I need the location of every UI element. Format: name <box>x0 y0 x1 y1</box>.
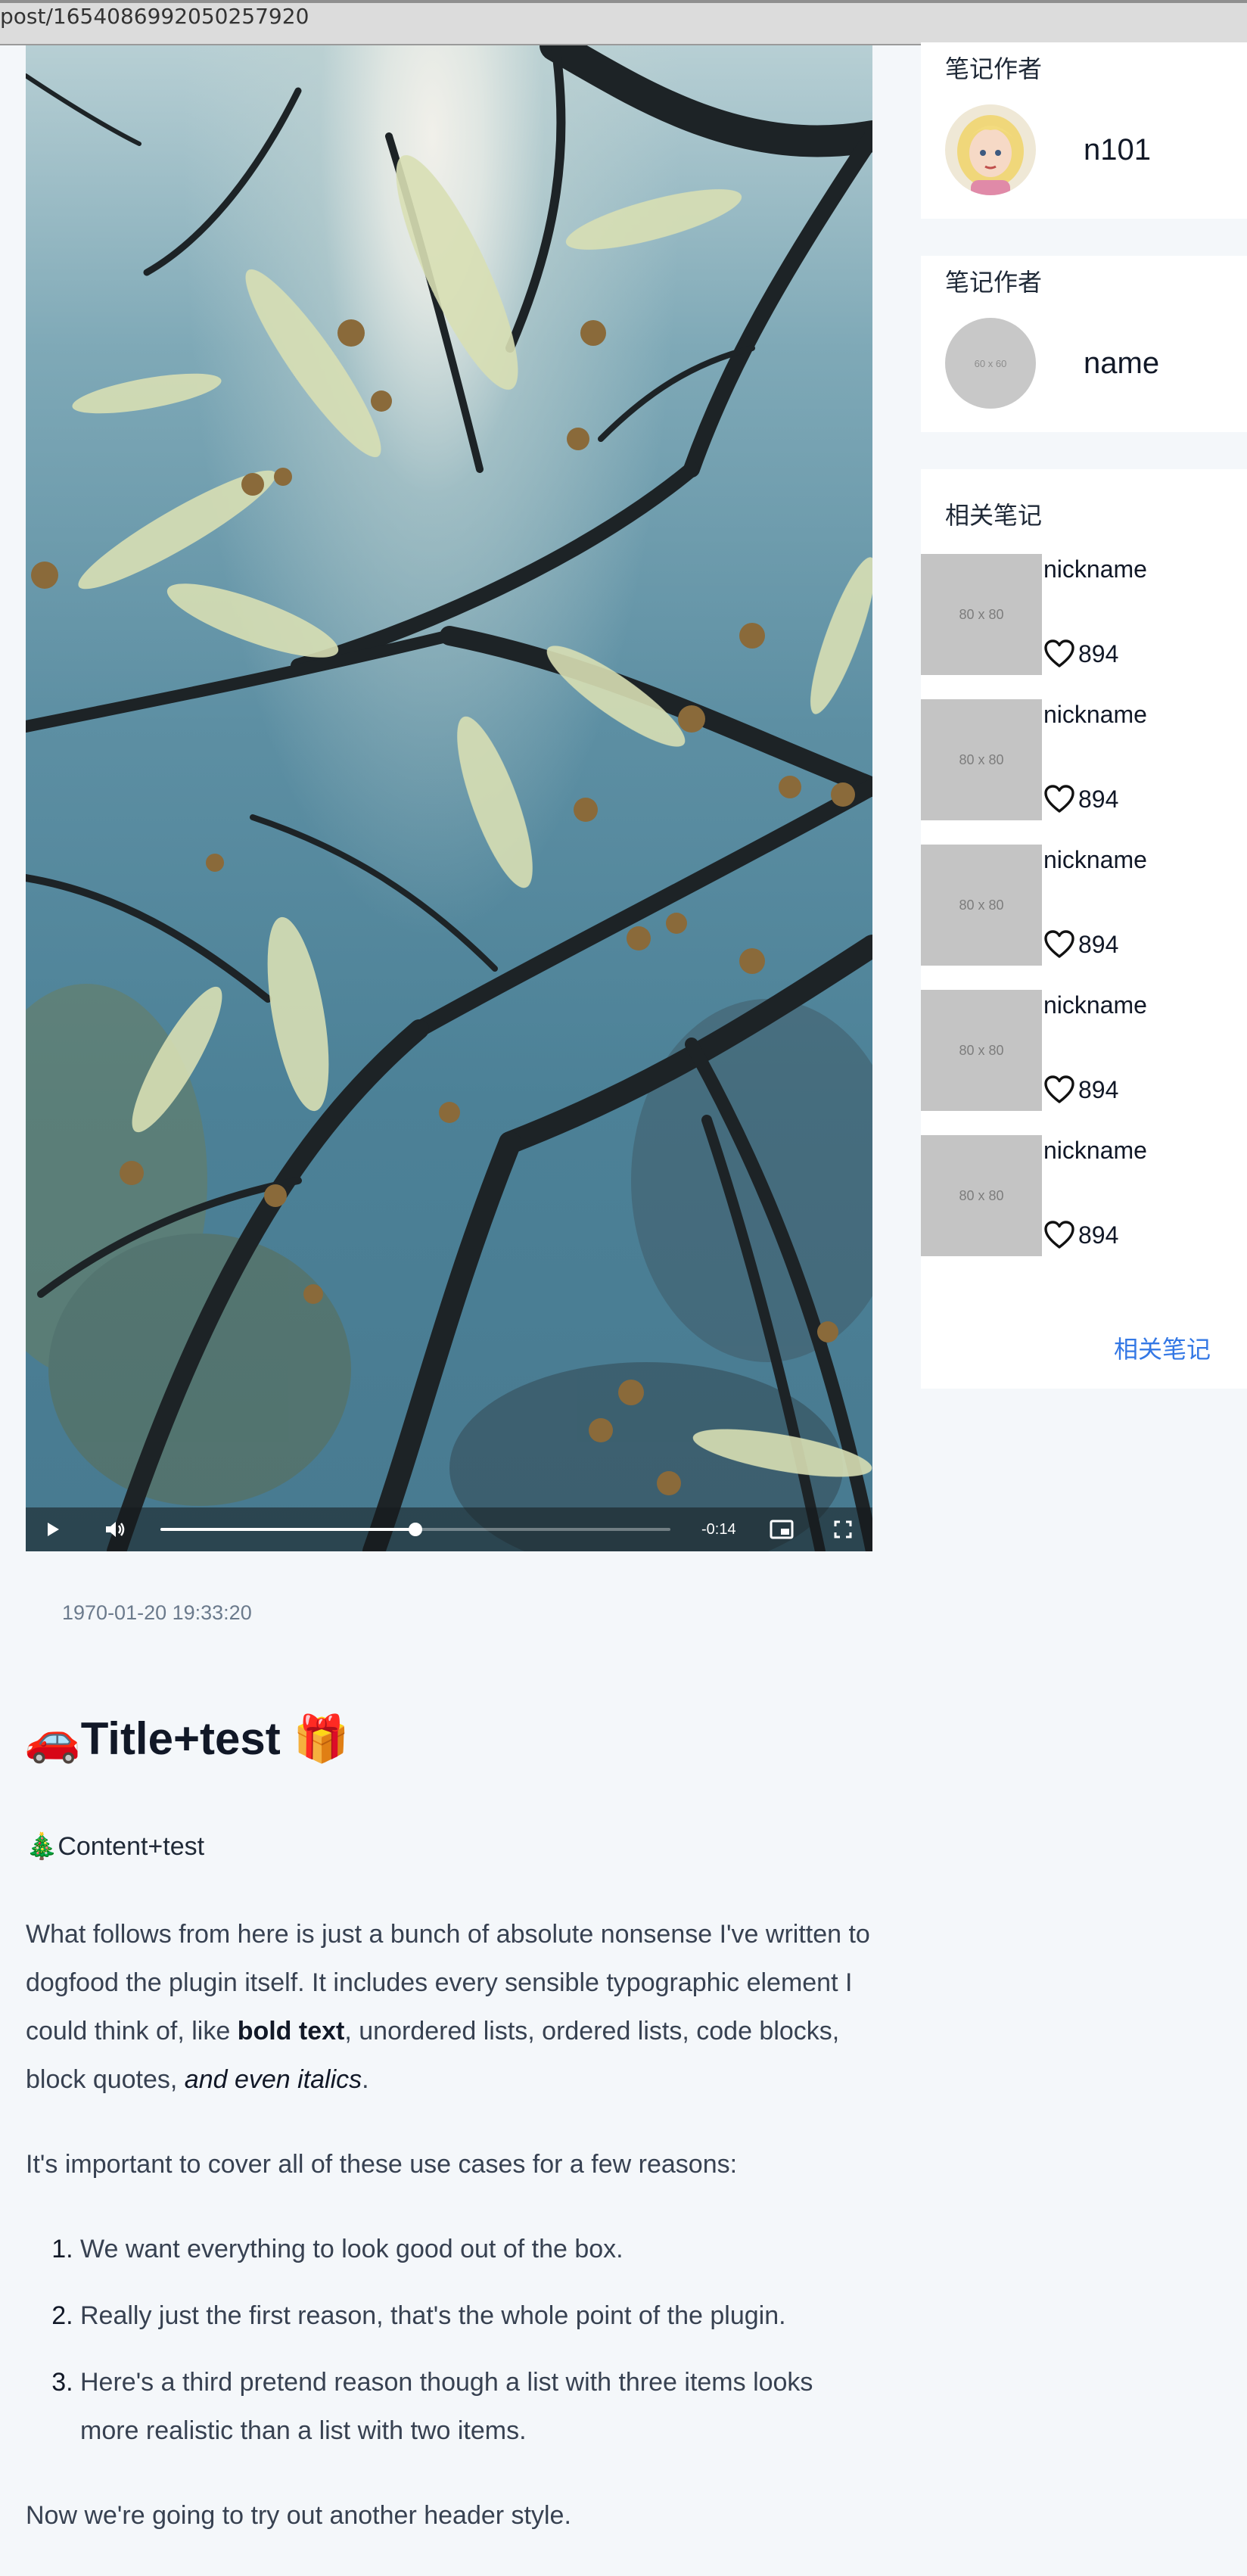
video-controls: -0:14 <box>26 1507 872 1551</box>
author-name[interactable]: name <box>1084 347 1159 381</box>
reasons-list: We want everything to look good out of t… <box>26 2225 877 2455</box>
progress-fill <box>160 1528 415 1531</box>
related-notes-more-link[interactable]: 相关笔记 <box>1114 1330 1211 1365</box>
related-note-nickname: nickname <box>1043 846 1147 873</box>
volume-button[interactable] <box>100 1507 130 1551</box>
thumbnail-placeholder-text: 80 x 80 <box>959 606 1004 622</box>
related-note-thumbnail: 80 x 80 <box>921 845 1042 966</box>
related-note-thumbnail: 80 x 80 <box>921 554 1042 675</box>
like-count: 894 <box>1078 639 1119 667</box>
related-note-nickname: nickname <box>1043 701 1147 728</box>
progress-knob[interactable] <box>409 1523 422 1536</box>
related-note-thumbnail: 80 x 80 <box>921 699 1042 820</box>
thumbnail-placeholder-text: 80 x 80 <box>959 897 1004 913</box>
related-note-likes[interactable]: 894 <box>1043 1220 1118 1250</box>
pip-icon <box>770 1520 794 1539</box>
italic-text: and even italics <box>184 2065 362 2094</box>
gift-emoji-icon: 🎁 <box>293 1713 350 1764</box>
thumbnail-placeholder-text: 80 x 80 <box>959 751 1004 767</box>
fullscreen-icon <box>834 1520 852 1538</box>
video-player[interactable]: -0:14 <box>26 45 872 1551</box>
url-text[interactable]: post/1654086992050257920 <box>0 4 309 29</box>
heart-icon <box>1044 930 1074 958</box>
avatar-placeholder-text: 60 x 60 <box>974 357 1007 369</box>
fullscreen-button[interactable] <box>828 1507 858 1551</box>
browser-url-bar: post/1654086992050257920 <box>0 0 1247 45</box>
tree-emoji-icon: 🎄 <box>26 1832 58 1861</box>
author-card: 笔记作者 n101 <box>921 42 1247 219</box>
time-remaining: -0:14 <box>701 1521 736 1538</box>
play-icon <box>48 1523 59 1536</box>
related-note-likes[interactable]: 894 <box>1043 639 1118 669</box>
related-note-thumbnail: 80 x 80 <box>921 1135 1042 1256</box>
article-body: What follows from here is just a bunch o… <box>26 1910 877 2576</box>
author-card-title: 笔记作者 <box>945 269 1043 296</box>
related-note-likes[interactable]: 894 <box>1043 929 1118 960</box>
heart-icon <box>1044 639 1074 667</box>
related-note-nickname: nickname <box>1043 555 1147 583</box>
list-item: Really just the first reason, that's the… <box>80 2291 877 2340</box>
author-name[interactable]: n101 <box>1084 133 1151 167</box>
play-button[interactable] <box>39 1507 67 1551</box>
related-note-nickname: nickname <box>1043 1137 1147 1164</box>
related-note-likes[interactable]: 894 <box>1043 784 1118 814</box>
window-top-edge <box>0 0 1247 3</box>
post-content-line: 🎄Content+test <box>26 1831 204 1862</box>
video-frame-image <box>26 45 872 1551</box>
related-note-item[interactable]: 80 x 80 nickname 894 <box>921 1135 1239 1256</box>
post-date: 1970-01-20 19:33:20 <box>62 1601 252 1624</box>
related-note-thumbnail: 80 x 80 <box>921 990 1042 1111</box>
like-count: 894 <box>1078 1221 1119 1249</box>
paragraph-header-style: Now we're going to try out another heade… <box>26 2501 571 2530</box>
list-item: We want everything to look good out of t… <box>80 2225 877 2273</box>
related-note-nickname: nickname <box>1043 991 1147 1019</box>
progress-bar[interactable] <box>160 1523 670 1536</box>
related-note-item[interactable]: 80 x 80 nickname 894 <box>921 699 1239 820</box>
pip-button[interactable] <box>767 1507 797 1551</box>
post-content-text: Content+test <box>58 1832 205 1861</box>
related-notes-title: 相关笔记 <box>945 502 1043 529</box>
heart-icon <box>1044 1075 1074 1103</box>
paragraph-text: . <box>362 2065 369 2094</box>
related-note-likes[interactable]: 894 <box>1043 1075 1118 1105</box>
author-card-title: 笔记作者 <box>945 55 1043 82</box>
like-count: 894 <box>1078 1075 1119 1103</box>
bold-text: bold text <box>237 2017 345 2046</box>
volume-icon <box>106 1522 125 1537</box>
author-card: 笔记作者 60 x 60 name <box>921 256 1247 432</box>
related-note-item[interactable]: 80 x 80 nickname 894 <box>921 990 1239 1111</box>
related-note-item[interactable]: 80 x 80 nickname 894 <box>921 845 1239 966</box>
thumbnail-placeholder-text: 80 x 80 <box>959 1042 1004 1058</box>
like-count: 894 <box>1078 785 1119 813</box>
heart-icon <box>1044 785 1074 813</box>
author-avatar-placeholder[interactable]: 60 x 60 <box>945 318 1036 409</box>
paragraph-intro: What follows from here is just a bunch o… <box>26 1910 877 2104</box>
avatar-illustration <box>945 104 1036 195</box>
related-notes-card: 相关笔记 80 x 80 nickname 894 80 x 80 nickna… <box>921 469 1247 1389</box>
list-item: Here's a third pretend reason though a l… <box>80 2358 877 2455</box>
thumbnail-placeholder-text: 80 x 80 <box>959 1187 1004 1203</box>
post-title-text: Title+test <box>80 1713 281 1764</box>
post-title: 🚗Title+test 🎁 <box>24 1712 350 1766</box>
author-avatar[interactable] <box>945 104 1036 195</box>
related-note-item[interactable]: 80 x 80 nickname 894 <box>921 554 1239 675</box>
car-emoji-icon: 🚗 <box>24 1713 81 1764</box>
heart-icon <box>1044 1221 1074 1249</box>
paragraph-reasons: It's important to cover all of these use… <box>26 2150 738 2179</box>
like-count: 894 <box>1078 930 1119 958</box>
